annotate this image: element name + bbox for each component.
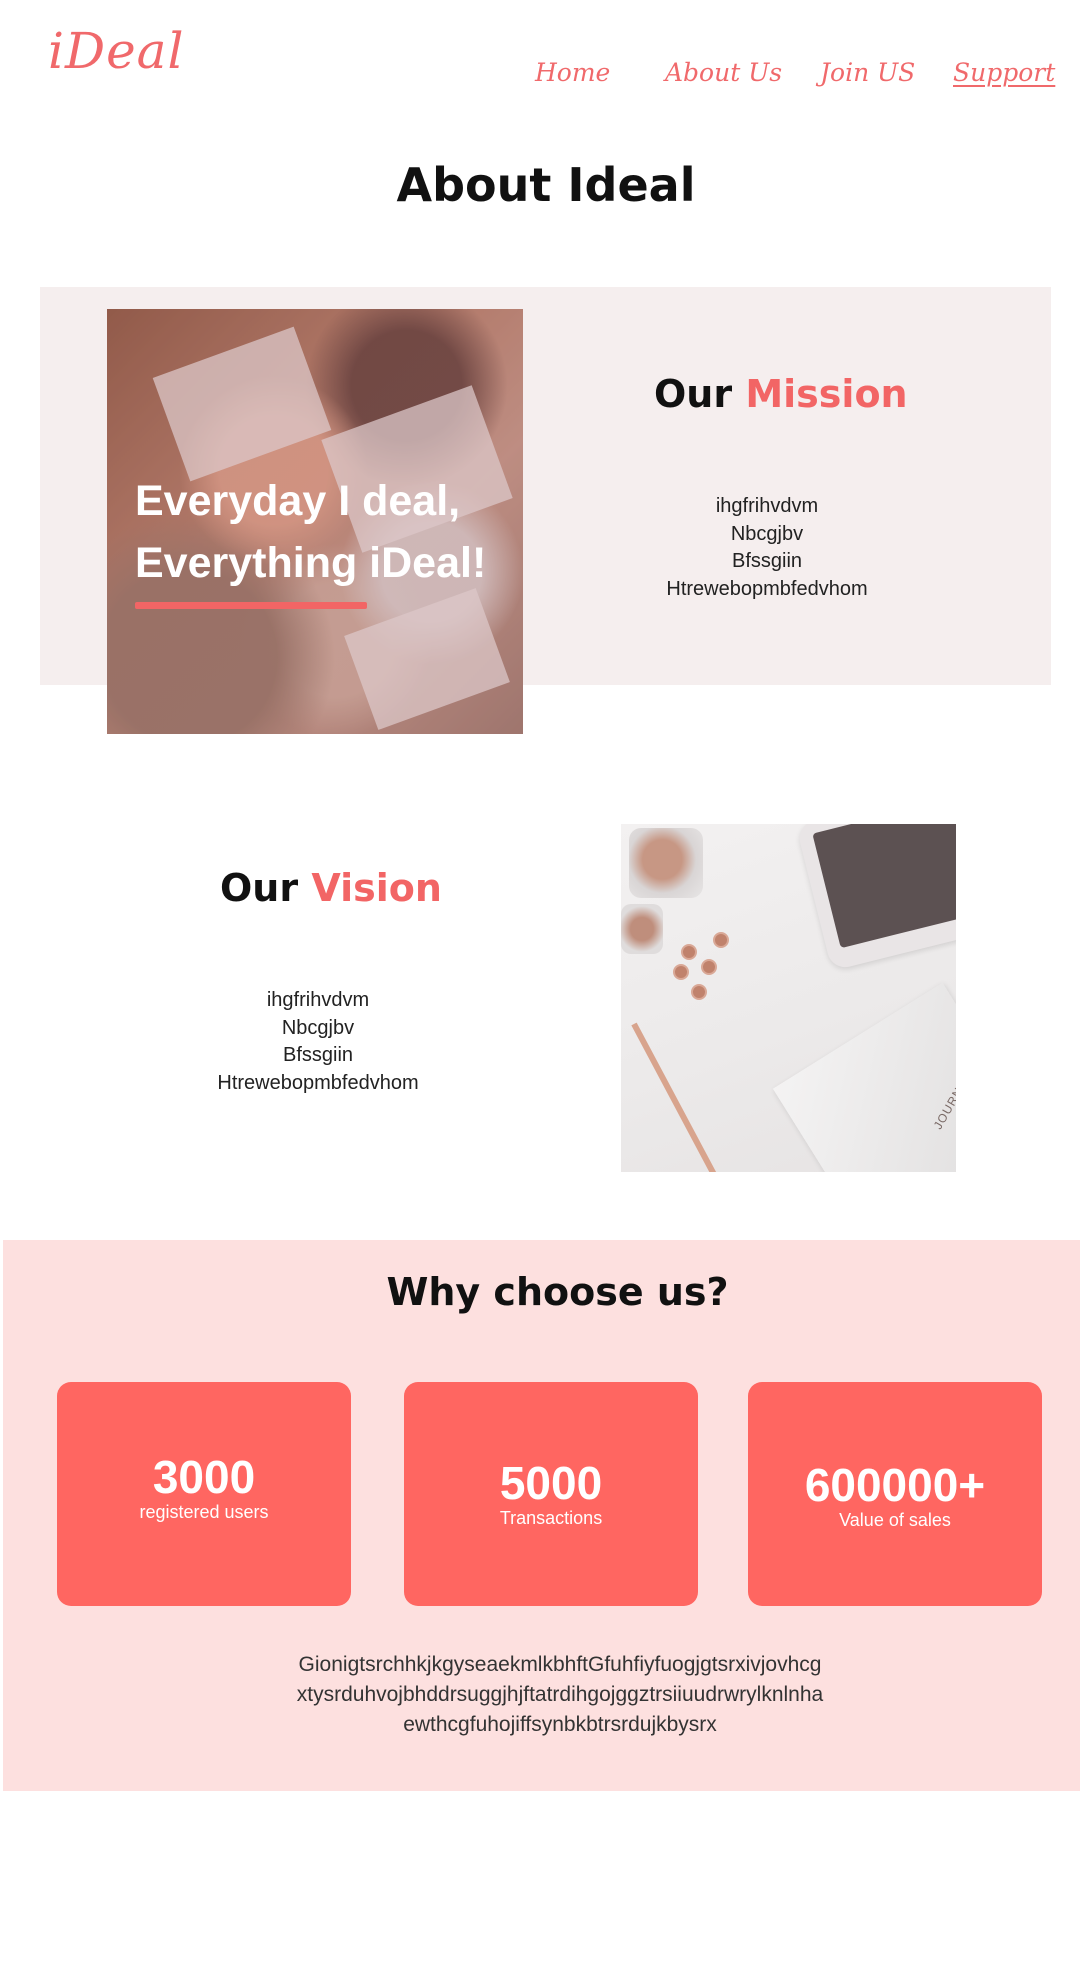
slogan-line-2: Everything iDeal! (135, 539, 487, 587)
vision-heading-prefix: Our (220, 866, 299, 910)
why-description: Gionigtsrchhkjkgyseaekmlkbhft­Gfuhfiyfuo… (210, 1650, 910, 1740)
stat-label: Transactions (499, 1508, 603, 1528)
nav-support[interactable]: Support (953, 58, 1055, 87)
mission-line: ihgfrihvdvm (715, 495, 819, 517)
mission-heading: Our Mission (654, 372, 908, 416)
why-text-line: ewthcgfuhojiffsynbkbtrsrdujkbysrx (403, 1713, 717, 1736)
why-text-line: Gionigtsrchhkjkgyseaekmlkbhft­Gfuhfiyfuo… (298, 1653, 822, 1676)
stat-card-transactions: 5000 Transactions (404, 1382, 698, 1606)
vision-line: ihgfrihvdvm (266, 989, 370, 1011)
stat-label: registered users (139, 1502, 269, 1522)
stat-card-users: 3000 registered users (57, 1382, 351, 1606)
slogan-line-1: Everyday I deal, (135, 477, 461, 525)
stat-label: Value of sales (839, 1510, 951, 1530)
mission-heading-accent: Mission (745, 372, 908, 416)
slogan: Everyday I deal, Everything iDeal! (135, 470, 515, 594)
vision-line: Htrewebopmbfedvhom (217, 1071, 419, 1094)
mission-line: Htrewebopmbfedvhom (666, 577, 868, 600)
logo[interactable]: iDeal (48, 22, 184, 80)
vision-heading-accent: Vision (311, 866, 442, 910)
mission-text: ihgfrihvdvm Nbcgjbv Bfssgiin Htrewebopmb… (607, 493, 927, 603)
mission-line: Nbcgjbv (730, 522, 804, 545)
vision-line: Bfssgiin (282, 1044, 354, 1066)
mission-heading-prefix: Our (654, 372, 733, 416)
why-text-line: xtysrduhvojbhddrsuggjhjftatrdihgojggztrs… (296, 1683, 824, 1706)
page-title: About Ideal (396, 158, 696, 212)
why-title: Why choose us? (386, 1270, 729, 1314)
mission-line: Bfssgiin (731, 550, 803, 572)
vision-line: Nbcgjbv (281, 1016, 355, 1039)
stat-value: 3000 (152, 1451, 256, 1503)
vision-text: ihgfrihvdvm Nbcgjbv Bfssgiin Htrewebopmb… (158, 987, 478, 1097)
nav-home[interactable]: Home (535, 58, 610, 87)
stat-card-sales: 600000+ Value of sales (748, 1382, 1042, 1606)
slogan-underline (135, 602, 367, 609)
desk-flatlay-photo: JOURNAL (621, 824, 956, 1172)
nav-about-us[interactable]: About Us (665, 58, 782, 87)
stat-value: 5000 (499, 1457, 603, 1509)
stat-value: 600000+ (804, 1459, 986, 1511)
vision-heading: Our Vision (220, 866, 442, 910)
nav-join-us[interactable]: Join US (820, 58, 915, 87)
